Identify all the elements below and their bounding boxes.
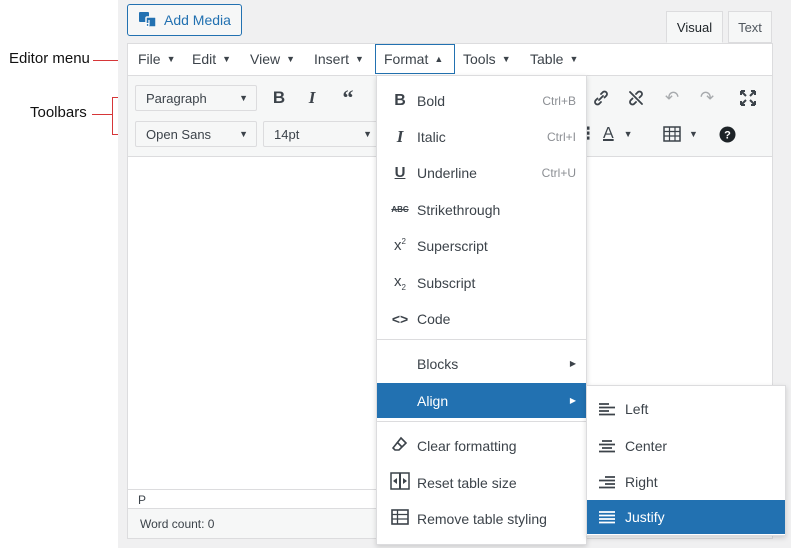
caret-down-icon: ▼ [501,54,511,64]
menu-separator [377,339,586,340]
tab-text[interactable]: Text [728,11,772,43]
menu-format[interactable]: Format ▲ [375,44,455,74]
align-left-icon [599,403,615,416]
code-icon: <> [391,310,409,327]
align-right-icon [599,476,615,489]
menu-file[interactable]: File ▼ [130,44,183,74]
align-submenu: Left Center Right Justify [586,385,786,536]
caret-down-icon: ▼ [239,93,248,103]
menu-insert[interactable]: Insert ▼ [306,44,372,74]
table-grid-icon [663,126,681,142]
font-size-select[interactable]: 14pt ▼ [263,121,381,147]
resize-table-icon [387,471,413,494]
bold-button[interactable]: B [266,85,292,111]
italic-button[interactable]: I [299,85,325,111]
caret-down-icon: ▼ [689,129,698,139]
align-center-icon [599,440,615,453]
add-media-label: Add Media [164,12,231,28]
strikethrough-icon: ABC [391,205,409,214]
align-left[interactable]: Left [587,392,785,426]
format-remove-table-styling[interactable]: Remove table styling [377,501,586,536]
menu-edit[interactable]: Edit ▼ [184,44,239,74]
format-clear-formatting[interactable]: Clear formatting [377,428,586,463]
word-count: Word count: 0 [140,517,215,531]
caret-down-icon: ▼ [166,54,176,64]
eraser-icon [387,436,413,456]
format-strikethrough[interactable]: ABC Strikethrough [377,192,586,227]
caret-down-icon: ▼ [569,54,579,64]
menu-table[interactable]: Table ▼ [522,44,586,74]
help-icon[interactable]: ? [714,121,740,147]
format-underline[interactable]: U Underline Ctrl+U [377,155,586,190]
redo-icon[interactable]: ↷ [694,85,720,111]
underline-icon: U [394,164,406,181]
fullscreen-icon[interactable] [735,85,761,111]
caret-down-icon: ▼ [363,129,372,139]
italic-icon: I [396,126,404,146]
format-superscript[interactable]: x2 Superscript [377,228,586,263]
undo-icon[interactable]: ↶ [659,85,685,111]
media-icon [139,12,157,28]
format-italic[interactable]: I Italic Ctrl+I [377,119,586,154]
format-menu: B Bold Ctrl+B I Italic Ctrl+I U Underlin… [376,75,587,545]
caret-down-icon: ▼ [623,129,633,139]
annotation-toolbars: Toolbars [30,104,87,121]
caret-down-icon: ▼ [222,54,232,64]
align-center[interactable]: Center [587,429,785,463]
text-color-button[interactable]: A ▼ [603,121,643,147]
blockquote-button[interactable]: “ [335,85,361,111]
menu-separator [377,421,586,422]
annotation-editor-menu: Editor menu [9,50,90,67]
align-right[interactable]: Right [587,465,785,499]
add-media-button[interactable]: Add Media [127,4,242,36]
table-icon [387,508,413,529]
chevron-right-icon: ▶ [569,396,576,405]
format-reset-table-size[interactable]: Reset table size [377,465,586,500]
menu-tools[interactable]: Tools ▼ [455,44,519,74]
caret-up-icon: ▲ [434,54,444,64]
format-code[interactable]: <> Code [377,301,586,336]
format-blocks[interactable]: Blocks ▶ [377,346,586,381]
caret-down-icon: ▼ [239,129,248,139]
unlink-icon[interactable] [623,85,649,111]
bold-icon: B [394,91,406,109]
subscript-icon: x2 [394,273,406,292]
chevron-right-icon: ▶ [569,359,576,368]
align-justify-icon [599,511,615,524]
annotation-line [92,114,112,115]
tab-visual[interactable]: Visual [666,11,723,43]
format-align[interactable]: Align ▶ [377,383,586,418]
caret-down-icon: ▼ [286,54,296,64]
menu-view[interactable]: View ▼ [242,44,303,74]
superscript-icon: x2 [394,237,406,254]
text-color-icon: A [603,125,614,142]
svg-text:?: ? [724,129,731,141]
caret-down-icon: ▼ [355,54,364,64]
font-family-select[interactable]: Open Sans ▼ [135,121,257,147]
link-icon[interactable] [588,85,614,111]
format-bold[interactable]: B Bold Ctrl+B [377,83,586,118]
block-format-select[interactable]: Paragraph ▼ [135,85,257,111]
format-subscript[interactable]: x2 Subscript [377,265,586,300]
align-justify[interactable]: Justify [587,500,785,534]
table-button[interactable]: ▼ [663,121,703,147]
